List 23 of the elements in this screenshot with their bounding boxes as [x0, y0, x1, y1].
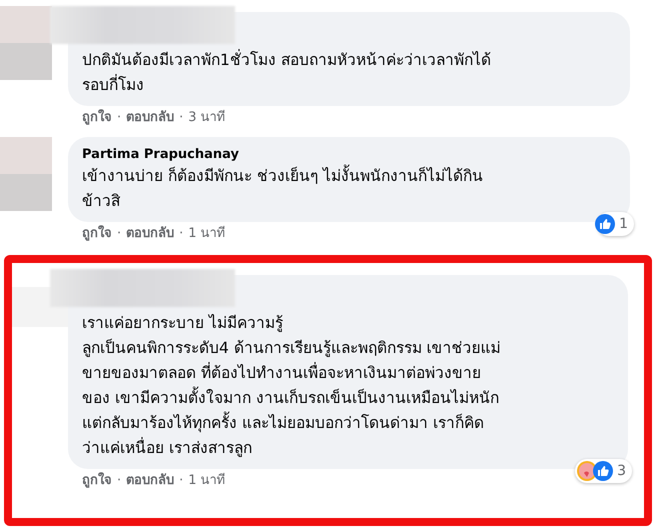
- comment-text: เราแค่อยากระบาย ไม่มีความรู้ ลูกเป็นคนพิการระดับ4 ด้านการเรียนรู้และพฤติกรรม เขาช่วยแม่ ขายของมาตลอด ที่ต้องไปทำงานเพื่อจะหาเงินมาต่อพ่วงขาย ของ เขามีความตั้งใจมาก งานเก็บรถเข็นเป็นงานเหมือนไม่หนัก แต่กลับมาร้องไห้ทุกครั้ง และไม่ยอมบอกว่าโดนด่ามา เราก็คิด ว่าแค่เหนื่อย เราส่งสารลูก: [82, 313, 502, 459]
- like-link[interactable]: ถูกใจ: [82, 472, 112, 490]
- reply-link[interactable]: ตอบกลับ: [126, 109, 174, 127]
- comment-author[interactable]: Partima Prapuchanay: [82, 147, 616, 162]
- comment-time: 3 นาที: [188, 109, 226, 127]
- separator-dot: ·: [117, 472, 122, 490]
- reaction-count[interactable]: 1: [597, 212, 634, 236]
- comment-time: 1 นาที: [188, 225, 226, 243]
- separator-dot: ·: [117, 225, 122, 243]
- like-link[interactable]: ถูกใจ: [82, 225, 112, 243]
- reply-link[interactable]: ตอบกลับ: [126, 225, 174, 243]
- reaction-count[interactable]: 3: [575, 459, 632, 483]
- comment-text: เข้างานบ่าย ก็ต้องมีพักนะ ช่วงเย็นๆ ไม่งั้นพนักงานก็ไม่ได้กิน ข้าวสิ: [82, 164, 616, 214]
- reply-link[interactable]: ตอบกลับ: [126, 472, 174, 490]
- thumbs-up-icon: [593, 461, 614, 481]
- comment-text: ปกติมันต้องมีเวลาพัก1ชั่วโมง สอบถามหัวหน้าค่ะว่าเวลาพักได้ รอบกี่โมง: [82, 48, 492, 96]
- like-link[interactable]: ถูกใจ: [82, 109, 112, 127]
- thumbs-up-icon: [595, 214, 616, 234]
- separator-dot: ·: [179, 472, 184, 490]
- separator-dot: ·: [117, 109, 122, 127]
- comment-time: 1 นาที: [188, 472, 226, 490]
- separator-dot: ·: [179, 109, 184, 127]
- separator-dot: ·: [179, 225, 184, 243]
